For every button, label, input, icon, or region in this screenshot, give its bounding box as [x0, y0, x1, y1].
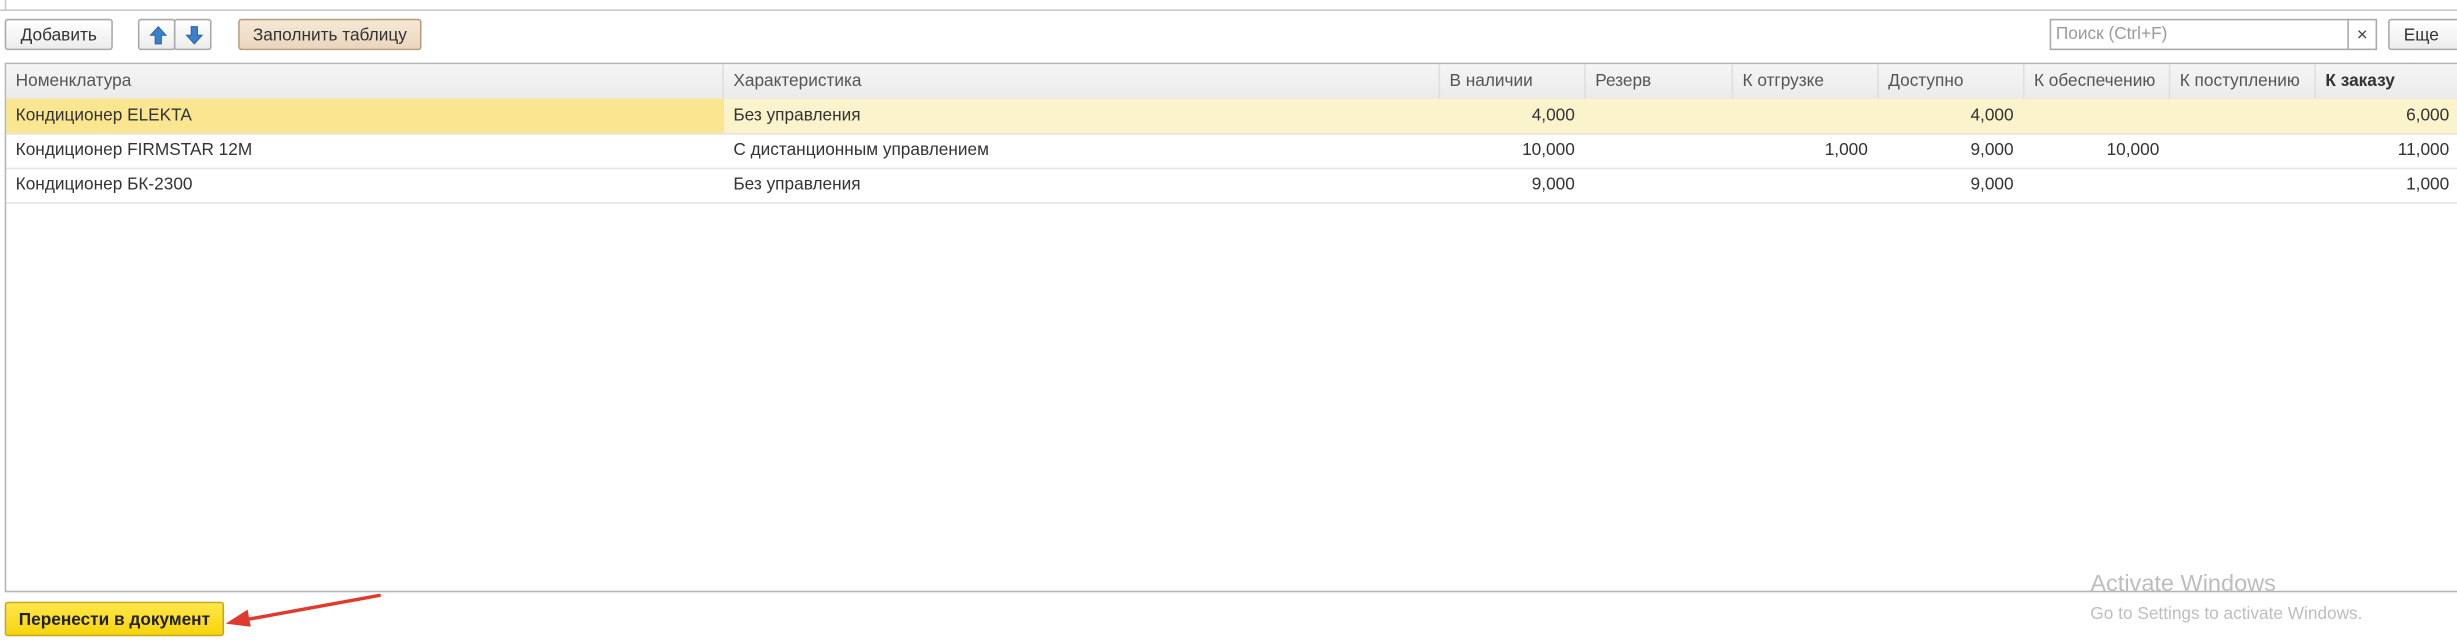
- search-box: ×: [2049, 18, 2378, 51]
- cell-to-receive[interactable]: [2170, 168, 2316, 202]
- arrow-down-icon: [185, 26, 204, 45]
- column-header-to-ship[interactable]: К отгрузке: [1733, 64, 1879, 99]
- cell-in-stock[interactable]: 9,000: [1440, 168, 1586, 202]
- annotation-arrow-icon: [225, 593, 381, 627]
- cell-available[interactable]: 9,000: [1879, 168, 2025, 202]
- cell-to-order[interactable]: 11,000: [2316, 133, 2457, 167]
- watermark-title: Activate Windows: [2090, 570, 2276, 598]
- cell-reserve[interactable]: [1586, 168, 1733, 202]
- arrow-up-icon: [149, 25, 168, 45]
- watermark-subtitle: Go to Settings to activate Windows.: [2090, 604, 2363, 624]
- cell-to-provide[interactable]: 10,000: [2025, 133, 2171, 167]
- search-input[interactable]: [2051, 20, 2354, 49]
- cell-to-provide[interactable]: [2025, 168, 2171, 202]
- cell-characteristic[interactable]: Без управления: [724, 168, 1440, 202]
- cell-in-stock[interactable]: 10,000: [1440, 133, 1586, 167]
- cell-to-ship[interactable]: [1733, 168, 1879, 202]
- add-button[interactable]: Добавить: [4, 18, 113, 51]
- column-header-in-stock[interactable]: В наличии: [1440, 64, 1586, 99]
- column-header-item[interactable]: Номенклатура: [6, 64, 724, 99]
- cell-to-ship[interactable]: [1733, 99, 1879, 133]
- column-header-available[interactable]: Доступно: [1879, 64, 2025, 99]
- table-row[interactable]: Кондиционер ELEKTA Без управления 4,000 4,0…: [6, 98, 2457, 135]
- cell-characteristic[interactable]: Без управления: [724, 99, 1440, 133]
- cell-to-ship[interactable]: 1,000: [1733, 133, 1879, 167]
- column-header-to-receive[interactable]: К поступлению: [2170, 64, 2317, 99]
- table-row[interactable]: Кондиционер FIRMSTAR 12M С дистанционным …: [6, 133, 2457, 170]
- more-button[interactable]: Еще ▼: [2388, 18, 2457, 72]
- cell-item[interactable]: Кондиционер ELEKTA: [6, 98, 724, 134]
- table-row[interactable]: Кондиционер БК-2300 Без управления 9,000 9,…: [6, 168, 2457, 204]
- cell-available[interactable]: 9,000: [1879, 133, 2025, 167]
- more-button-label: Еще: [2403, 26, 2439, 46]
- cell-to-order[interactable]: 1,000: [2316, 168, 2457, 202]
- form-window: Добавить Заполнить таблицу × Еще ▼ Номен…: [0, 0, 2457, 644]
- column-header-characteristic[interactable]: Характеристика: [724, 64, 1441, 99]
- cell-available[interactable]: 4,000: [1879, 99, 2025, 133]
- fill-table-button[interactable]: Заполнить таблицу: [238, 18, 422, 51]
- cell-to-receive[interactable]: [2170, 99, 2316, 133]
- column-header-to-order[interactable]: К заказу: [2316, 64, 2457, 98]
- cell-reserve[interactable]: [1586, 99, 1733, 133]
- top-divider: [0, 0, 2457, 11]
- column-header-reserve[interactable]: Резерв: [1586, 64, 1734, 99]
- transfer-to-document-button[interactable]: Перенести в документ: [4, 601, 225, 637]
- cell-to-order[interactable]: 6,000: [2316, 99, 2457, 133]
- cell-characteristic[interactable]: С дистанционным управлением: [724, 133, 1440, 167]
- column-header-to-provide[interactable]: К обеспечению: [2025, 64, 2171, 99]
- cell-item[interactable]: Кондиционер FIRMSTAR 12M: [6, 133, 724, 167]
- cell-in-stock[interactable]: 4,000: [1440, 99, 1586, 133]
- cell-to-receive[interactable]: [2170, 133, 2316, 167]
- move-up-button[interactable]: [137, 18, 176, 51]
- cell-to-provide[interactable]: [2025, 99, 2171, 133]
- move-down-button[interactable]: [173, 18, 212, 51]
- clear-search-icon[interactable]: ×: [2347, 20, 2375, 49]
- table-header: Номенклатура Характеристика В наличии Ре…: [6, 64, 2457, 101]
- products-table: Номенклатура Характеристика В наличии Ре…: [4, 62, 2457, 593]
- cell-item[interactable]: Кондиционер БК-2300: [6, 168, 724, 202]
- cell-reserve[interactable]: [1586, 133, 1733, 167]
